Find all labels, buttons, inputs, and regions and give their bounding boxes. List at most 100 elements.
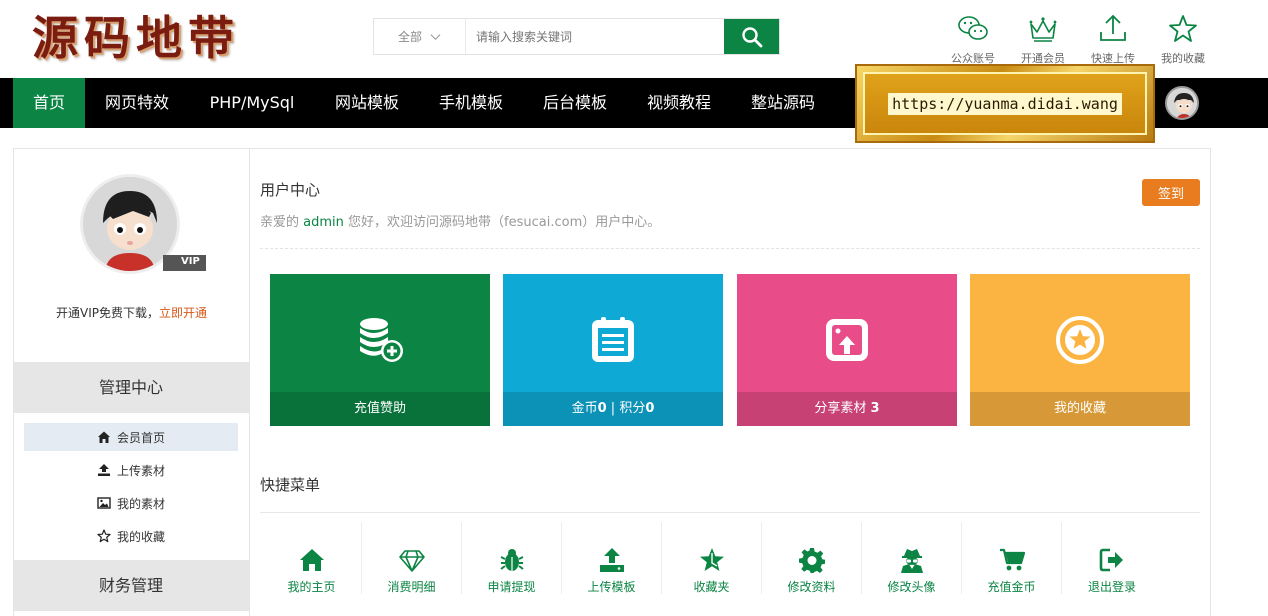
card-label: 金币0 | 积分0 — [503, 392, 723, 426]
card-icon-wrap — [503, 314, 723, 366]
coins-label: 金币 — [571, 401, 598, 416]
sidebar: VIP 开通VIP免费下载，立即开通 管理中心 会员首页 上传素材 我的素材 我… — [13, 148, 250, 616]
notepad-icon — [592, 317, 634, 362]
sidebar-item-label: 会员首页 — [116, 430, 165, 445]
page-title: 用户中心 — [260, 181, 321, 199]
diamond-icon — [398, 550, 425, 572]
user-secret-icon — [900, 549, 923, 573]
search-button[interactable] — [724, 19, 779, 54]
card-my-favorites[interactable]: 我的收藏 — [970, 274, 1190, 426]
share-upload-icon — [826, 319, 868, 361]
points-value: 0 — [645, 401, 655, 416]
nav-item-mobile[interactable]: 手机模板 — [427, 78, 515, 128]
section-manage-center: 管理中心 — [13, 362, 249, 413]
sidebar-item-label: 我的素材 — [116, 496, 165, 511]
welcome-prefix: 亲爱的 — [260, 215, 300, 230]
search-category-label: 全部 — [397, 30, 422, 44]
nav-item-home[interactable]: 首页 — [13, 78, 85, 128]
upload-icon — [599, 548, 624, 572]
quick-menu-favorites[interactable]: 收藏夹 — [662, 522, 762, 594]
upload-icon — [97, 464, 110, 476]
upload-icon — [1100, 14, 1126, 41]
cart-icon — [999, 548, 1025, 571]
star-icon — [1169, 15, 1197, 42]
sidebar-item-label: 我的收藏 — [116, 529, 165, 544]
gear-icon — [798, 548, 825, 573]
card-label: 我的收藏 — [970, 392, 1190, 426]
promo-url: https://yuanma.didai.wang — [888, 92, 1122, 115]
checkin-button[interactable]: 签到 — [1142, 179, 1200, 206]
quick-menu-my-home[interactable]: 我的主页 — [262, 522, 362, 594]
quick-link-vip[interactable]: 开通会员 — [1008, 12, 1078, 66]
home-icon — [299, 549, 324, 571]
quick-menu-spending[interactable]: 消费明细 — [362, 522, 462, 594]
card-icon-wrap — [270, 314, 490, 366]
sidebar-item-favorites[interactable]: 我的收藏 — [24, 522, 238, 550]
card-icon-wrap — [970, 314, 1190, 366]
nav-item-php[interactable]: PHP/MySql — [198, 78, 306, 128]
logout-icon — [1099, 548, 1123, 572]
chevron-down-icon — [430, 34, 441, 41]
search-bar: 全部 — [373, 18, 780, 55]
coins-value: 0 — [597, 401, 607, 416]
username[interactable]: admin — [303, 215, 344, 230]
quick-link-wechat[interactable]: 公众账号 — [938, 12, 1008, 66]
coins-add-icon — [360, 318, 403, 362]
welcome-suffix: 您好，欢迎访问源码地带（fesucai.com）用户中心。 — [348, 215, 661, 230]
star-circle-icon — [1056, 316, 1104, 364]
divider — [260, 248, 1200, 249]
site-logo[interactable]: 源码地带 — [32, 2, 240, 68]
nav-item-source[interactable]: 整站源码 — [739, 78, 827, 128]
quick-menu-logout[interactable]: 退出登录 — [1062, 522, 1162, 594]
quick-menu-label: 消费明细 — [387, 580, 436, 594]
quick-link-upload[interactable]: 快速上传 — [1078, 12, 1148, 66]
quick-menu-label: 修改头像 — [887, 580, 936, 594]
user-avatar[interactable] — [1165, 86, 1199, 120]
quick-menu-edit-avatar[interactable]: 修改头像 — [862, 522, 962, 594]
search-icon — [741, 26, 762, 47]
share-count: 3 — [870, 401, 880, 416]
sidebar-item-my-materials[interactable]: 我的素材 — [24, 489, 238, 517]
sidebar-item-upload[interactable]: 上传素材 — [24, 456, 238, 484]
card-recharge[interactable]: 充值赞助 — [270, 274, 490, 426]
quick-link-label: 我的收藏 — [1161, 52, 1205, 65]
search-input[interactable] — [466, 19, 724, 54]
star-icon — [97, 529, 111, 543]
quick-menu-label: 上传模板 — [587, 580, 636, 594]
vip-badge: VIP — [163, 255, 206, 271]
share-label: 分享素材 — [814, 401, 871, 416]
quick-link-favorites[interactable]: 我的收藏 — [1148, 12, 1218, 66]
bug-icon — [499, 549, 524, 571]
quick-menu-withdraw[interactable]: 申请提现 — [462, 522, 562, 594]
points-label: 积分 — [619, 401, 646, 416]
nav-item-templates[interactable]: 网站模板 — [323, 78, 411, 128]
crown-icon — [1029, 17, 1057, 42]
quick-menu-label: 退出登录 — [1087, 580, 1136, 594]
section-finance: 财务管理 — [13, 560, 249, 611]
card-label: 充值赞助 — [270, 392, 490, 426]
home-icon — [97, 431, 110, 443]
promo-banner[interactable]: https://yuanma.didai.wang — [855, 64, 1155, 143]
vip-open-link[interactable]: 立即开通 — [159, 306, 207, 320]
nav-item-video[interactable]: 视频教程 — [635, 78, 723, 128]
sidebar-item-member-home[interactable]: 会员首页 — [24, 423, 238, 451]
star-icon — [699, 548, 724, 571]
nav-item-effects[interactable]: 网页特效 — [93, 78, 181, 128]
search-category-select[interactable]: 全部 — [374, 19, 466, 54]
quick-menu-recharge[interactable]: 充值金币 — [962, 522, 1062, 594]
wechat-icon — [958, 16, 988, 40]
quick-menu-edit-profile[interactable]: 修改资料 — [762, 522, 862, 594]
quick-menu-upload-template[interactable]: 上传模板 — [562, 522, 662, 594]
quick-menu-label: 申请提现 — [487, 580, 536, 594]
quick-menu-label: 修改资料 — [787, 580, 836, 594]
vip-note-text: 开通VIP免费下载， — [55, 306, 159, 320]
card-icon-wrap — [737, 314, 957, 366]
separator: | — [606, 401, 620, 416]
nav-item-admin[interactable]: 后台模板 — [531, 78, 619, 128]
image-icon — [97, 497, 111, 509]
card-label: 分享素材 3 — [737, 392, 957, 426]
card-shared-materials[interactable]: 分享素材 3 — [737, 274, 957, 426]
quick-menu-label: 收藏夹 — [693, 580, 730, 594]
card-coins-points[interactable]: 金币0 | 积分0 — [503, 274, 723, 426]
quick-menu-title: 快捷菜单 — [260, 476, 321, 494]
